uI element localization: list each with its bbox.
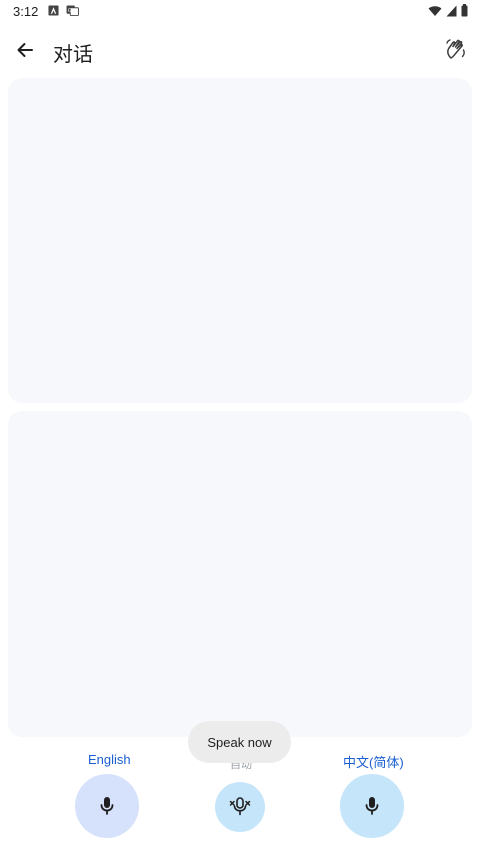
mic-button-auto[interactable] bbox=[215, 782, 265, 832]
mic-button-chinese[interactable] bbox=[340, 774, 404, 838]
speak-now-toast: Speak now bbox=[188, 721, 291, 763]
battery-icon bbox=[461, 4, 468, 17]
face-to-face-button[interactable] bbox=[442, 36, 470, 64]
status-bar: 3:12 G bbox=[0, 0, 480, 24]
hand-wave-icon bbox=[446, 39, 465, 59]
accessibility-icon bbox=[48, 5, 59, 16]
app-bar: 对话 bbox=[0, 24, 480, 76]
status-right-icons bbox=[428, 4, 468, 17]
mic-icon bbox=[100, 797, 114, 815]
signal-icon bbox=[446, 5, 457, 16]
mic-button-english[interactable] bbox=[75, 774, 139, 838]
translate-icon: G bbox=[66, 5, 79, 16]
page-title: 对话 bbox=[53, 44, 93, 66]
svg-text:G: G bbox=[68, 8, 72, 14]
toast-text: Speak now bbox=[207, 734, 272, 750]
conversation-panel-bottom bbox=[8, 411, 472, 737]
mic-icon bbox=[365, 797, 379, 815]
language-label-english[interactable]: English bbox=[88, 752, 131, 767]
wifi-icon bbox=[428, 5, 442, 16]
auto-mic-icon bbox=[229, 797, 251, 816]
status-time: 3:12 bbox=[13, 4, 39, 19]
conversation-panel-top bbox=[8, 78, 472, 403]
language-label-chinese[interactable]: 中文(简体) bbox=[343, 752, 404, 771]
arrow-left-icon bbox=[17, 43, 33, 57]
back-button[interactable] bbox=[12, 37, 38, 63]
